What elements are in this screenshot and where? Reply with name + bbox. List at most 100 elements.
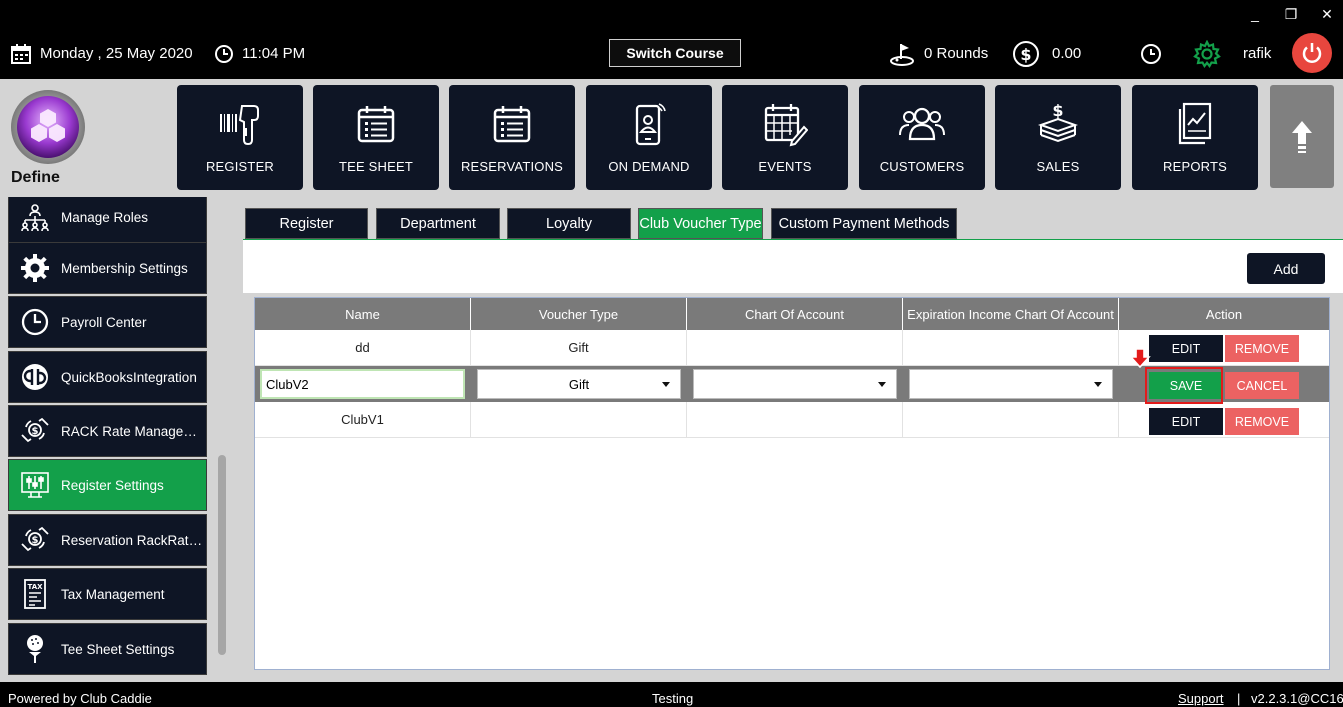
- nav-reports[interactable]: REPORTS: [1132, 85, 1258, 190]
- sidebar-item-payroll-center[interactable]: Payroll Center: [8, 296, 207, 348]
- date-display: Monday , 25 May 2020: [10, 28, 193, 79]
- column-header-voucher-type[interactable]: Voucher Type: [471, 298, 687, 330]
- svg-text:$: $: [32, 535, 39, 546]
- top-bar: Monday , 25 May 2020 11:04 PM Switch Cou…: [0, 28, 1343, 79]
- barcode-scanner-icon: [220, 105, 259, 146]
- power-button[interactable]: [1292, 33, 1332, 73]
- nav-customers-label: CUSTOMERS: [879, 159, 965, 174]
- sidebar-item-label: Reservation RackRate...: [61, 532, 206, 548]
- column-header-name[interactable]: Name: [255, 298, 471, 330]
- chevron-down-icon: [1094, 382, 1102, 387]
- user-name: rafik: [1243, 28, 1271, 79]
- restore-button[interactable]: ❐: [1276, 4, 1306, 24]
- minimize-button[interactable]: _: [1240, 4, 1270, 24]
- table-row-voucher-type-cell[interactable]: Gift: [471, 330, 687, 366]
- nav-reservations[interactable]: RESERVATIONS: [449, 85, 575, 190]
- hand-money-icon: $: [21, 526, 49, 552]
- balance-display[interactable]: $ 0.00: [1012, 28, 1081, 79]
- tab-club-voucher-type[interactable]: Club Voucher Type: [638, 208, 763, 239]
- sidebar-item-tax-management[interactable]: TAX Tax Management: [8, 568, 207, 620]
- nav-sales-label: SALES: [1036, 159, 1080, 174]
- nav-tee-sheet[interactable]: TEE SHEET: [313, 85, 439, 190]
- switch-course-button[interactable]: Switch Course: [609, 39, 741, 67]
- nav-tee-sheet-label: TEE SHEET: [338, 159, 414, 174]
- golf-ball-tee-icon: [27, 635, 43, 663]
- sidebar-item-membership-settings[interactable]: Membership Settings: [8, 242, 207, 294]
- money-stack-icon: $: [1037, 101, 1079, 143]
- table-row-expiration-cell[interactable]: [903, 330, 1119, 366]
- tab-register[interactable]: Register: [245, 208, 368, 239]
- nav-register[interactable]: REGISTER: [177, 85, 303, 190]
- column-header-expiration-account[interactable]: Expiration Income Chart Of Account: [903, 298, 1119, 330]
- svg-text:TAX: TAX: [27, 583, 43, 591]
- cancel-button[interactable]: CANCEL: [1225, 372, 1299, 399]
- quickbooks-icon: [22, 364, 48, 390]
- arrow-down-icon: [1129, 348, 1151, 368]
- rounds-display[interactable]: 0 Rounds: [888, 28, 988, 79]
- voucher-type-select[interactable]: Gift: [477, 369, 681, 399]
- chevron-down-icon: [662, 382, 670, 387]
- voucher-type-grid: Name Voucher Type Chart Of Account Expir…: [254, 297, 1330, 670]
- voucher-type-select-value: Gift: [568, 376, 590, 392]
- svg-text:$: $: [1052, 101, 1063, 120]
- expiration-account-select[interactable]: [909, 369, 1113, 399]
- date-text: Monday , 25 May 2020: [40, 45, 193, 62]
- sidebar-item-label: Membership Settings: [61, 260, 188, 276]
- collapse-nav-button[interactable]: [1270, 85, 1334, 188]
- column-header-chart-of-account[interactable]: Chart Of Account: [687, 298, 903, 330]
- chart-of-account-select[interactable]: [693, 369, 897, 399]
- sidebar-item-quickbooks[interactable]: QuickBooksIntegration: [8, 351, 207, 403]
- dollar-circle-icon: $: [1013, 40, 1039, 67]
- power-icon: [1302, 43, 1322, 63]
- calendar-icon: [11, 43, 31, 64]
- table-row-name-cell[interactable]: ClubV1: [255, 402, 471, 438]
- table-row-voucher-type-cell[interactable]: [471, 402, 687, 438]
- column-header-action[interactable]: Action: [1119, 298, 1329, 330]
- sidebar-item-manage-roles[interactable]: Manage Roles: [8, 197, 207, 243]
- nav-customers[interactable]: CUSTOMERS: [859, 85, 985, 190]
- nav-on-demand[interactable]: ON DEMAND: [586, 85, 712, 190]
- sidebar-item-label: Tee Sheet Settings: [61, 641, 175, 657]
- sidebar-item-label: Tax Management: [61, 586, 165, 602]
- time-text: 11:04 PM: [242, 45, 306, 62]
- logo-label: Define: [11, 169, 60, 186]
- edit-button[interactable]: EDIT: [1149, 408, 1223, 435]
- tab-loyalty[interactable]: Loyalty: [507, 208, 631, 239]
- sidebar-item-rack-rate[interactable]: $ RACK Rate Manageme...: [8, 405, 207, 457]
- register-settings-icon: [21, 472, 49, 498]
- main-content: Register Department Loyalty Club Voucher…: [240, 197, 1343, 682]
- support-link[interactable]: Support: [1178, 691, 1224, 706]
- table-row-expiration-cell[interactable]: [903, 402, 1119, 438]
- balance-text: 0.00: [1052, 45, 1082, 62]
- remove-button[interactable]: REMOVE: [1225, 408, 1299, 435]
- footer-separator: |: [1237, 691, 1241, 706]
- close-button[interactable]: ✕: [1312, 4, 1342, 24]
- history-button[interactable]: [1140, 28, 1162, 79]
- tab-custom-payment-methods[interactable]: Custom Payment Methods: [771, 208, 957, 239]
- users-icon: [899, 107, 945, 141]
- nav-events[interactable]: EVENTS: [722, 85, 848, 190]
- edit-button[interactable]: EDIT: [1149, 335, 1223, 362]
- sidebar-item-register-settings[interactable]: Register Settings: [8, 459, 207, 511]
- table-row-name-cell[interactable]: dd: [255, 330, 471, 366]
- tab-department[interactable]: Department: [376, 208, 500, 239]
- nav-sales[interactable]: $ SALES: [995, 85, 1121, 190]
- name-input[interactable]: ClubV2: [260, 369, 465, 399]
- sidebar-item-reservation-rackrate[interactable]: $ Reservation RackRate...: [8, 514, 207, 566]
- sidebar-item-label: Payroll Center: [61, 314, 147, 330]
- svg-text:$: $: [32, 426, 39, 437]
- mobile-user-icon: [635, 103, 666, 146]
- sidebar-item-label: Register Settings: [61, 477, 164, 493]
- app-logo[interactable]: [10, 89, 86, 165]
- add-button[interactable]: Add: [1247, 253, 1325, 284]
- clock-icon: [215, 44, 233, 63]
- remove-button[interactable]: REMOVE: [1225, 335, 1299, 362]
- settings-button[interactable]: [1193, 28, 1221, 79]
- sidebar-scrollbar-thumb[interactable]: [218, 455, 226, 655]
- table-row-account-cell[interactable]: [687, 402, 903, 438]
- table-row-account-cell[interactable]: [687, 330, 903, 366]
- clock-icon: [21, 308, 49, 336]
- highlight-box: [1145, 367, 1223, 404]
- hexagon-logo-icon: [11, 90, 85, 164]
- sidebar-item-tee-sheet-settings[interactable]: Tee Sheet Settings: [8, 623, 207, 675]
